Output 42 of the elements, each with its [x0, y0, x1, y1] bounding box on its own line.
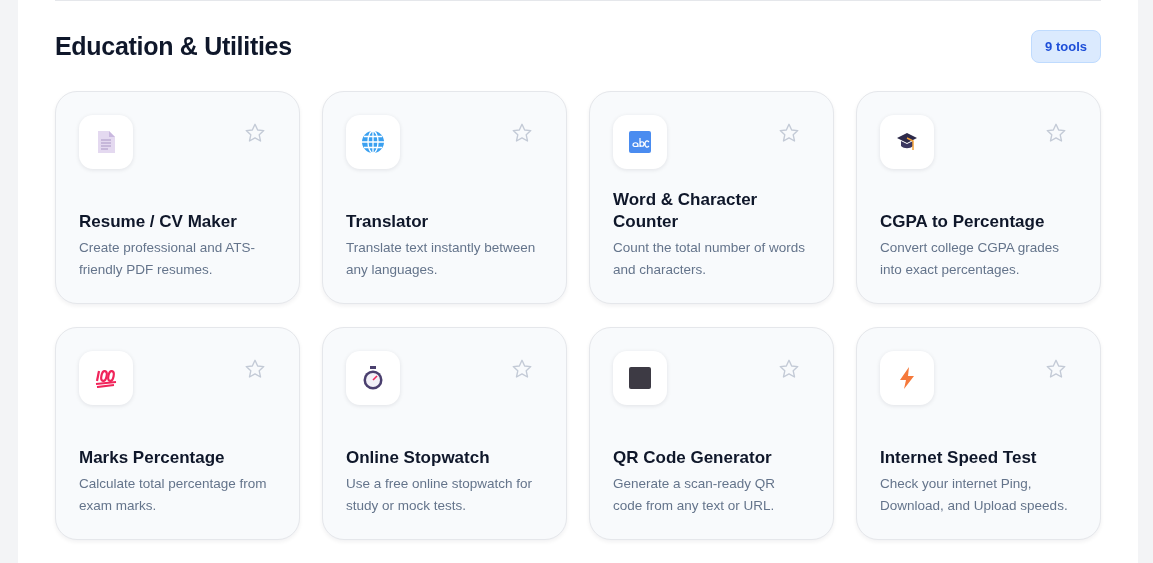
tool-card[interactable]: Internet Speed Test Check your internet Ping, Download, and Upload speeds. [856, 327, 1101, 540]
tool-description: Create professional and ATS-friendly PDF resumes. [79, 239, 257, 279]
favorite-star-icon[interactable] [244, 358, 266, 380]
favorite-star-icon[interactable] [778, 122, 800, 144]
document-icon [97, 131, 115, 153]
tool-card[interactable]: Resume / CV Maker Create professional and ATS-friendly PDF resumes. [55, 91, 300, 304]
abc-letters-icon [629, 131, 651, 153]
tool-title: QR Code Generator [613, 447, 773, 469]
favorite-star-icon[interactable] [778, 358, 800, 380]
tool-card[interactable]: Online Stopwatch Use a free online stopwatch for study or mock tests. [322, 327, 567, 540]
tool-count-badge: 9 tools [1031, 30, 1101, 63]
tool-title: CGPA to Percentage [880, 211, 1046, 233]
tool-card[interactable]: Word & Character Counter Count the total number of words and characters. [589, 91, 834, 304]
tool-description: Generate a scan-ready QR code from any text or URL. [613, 475, 777, 515]
tool-title: Online Stopwatch [346, 447, 491, 469]
tool-description: Translate text instantly between any languages. [346, 239, 537, 279]
tool-card[interactable]: QR Code Generator Generate a scan-ready QR code from any text or URL. [589, 327, 834, 540]
tool-title: Word & Character Counter [613, 189, 759, 233]
tool-description: Calculate total percentage from exam marks. [79, 475, 268, 515]
tool-card[interactable]: CGPA to Percentage Convert college CGPA grades into exact percentages. [856, 91, 1101, 304]
tool-card[interactable]: Translator Translate text instantly between any languages. [322, 91, 567, 304]
stopwatch-icon [362, 366, 384, 390]
favorite-star-icon[interactable] [1045, 122, 1067, 144]
hundred-points-icon [94, 368, 118, 388]
tool-title: Translator [346, 211, 430, 233]
tool-card[interactable]: Marks Percentage Calculate total percentage from exam marks. [55, 327, 300, 540]
tool-title: Resume / CV Maker [79, 211, 238, 233]
tool-description: Count the total number of words and characters. [613, 239, 807, 279]
favorite-star-icon[interactable] [244, 122, 266, 144]
favorite-star-icon[interactable] [1045, 358, 1067, 380]
favorite-star-icon[interactable] [511, 358, 533, 380]
favorite-star-icon[interactable] [511, 122, 533, 144]
tool-description: Use a free online stopwatch for study or mock tests. [346, 475, 534, 515]
section-heading: Education & Utilities [55, 32, 292, 61]
globe-icon [361, 130, 385, 154]
tool-description: Check your internet Ping, Download, and Upload speeds. [880, 475, 1069, 515]
square-icon [629, 367, 651, 389]
tool-title: Internet Speed Test [880, 447, 1038, 469]
tool-description: Convert college CGPA grades into exact percentages. [880, 239, 1061, 279]
graduation-cap-icon [895, 131, 919, 153]
lightning-bolt-icon [900, 367, 914, 389]
tool-title: Marks Percentage [79, 447, 226, 469]
